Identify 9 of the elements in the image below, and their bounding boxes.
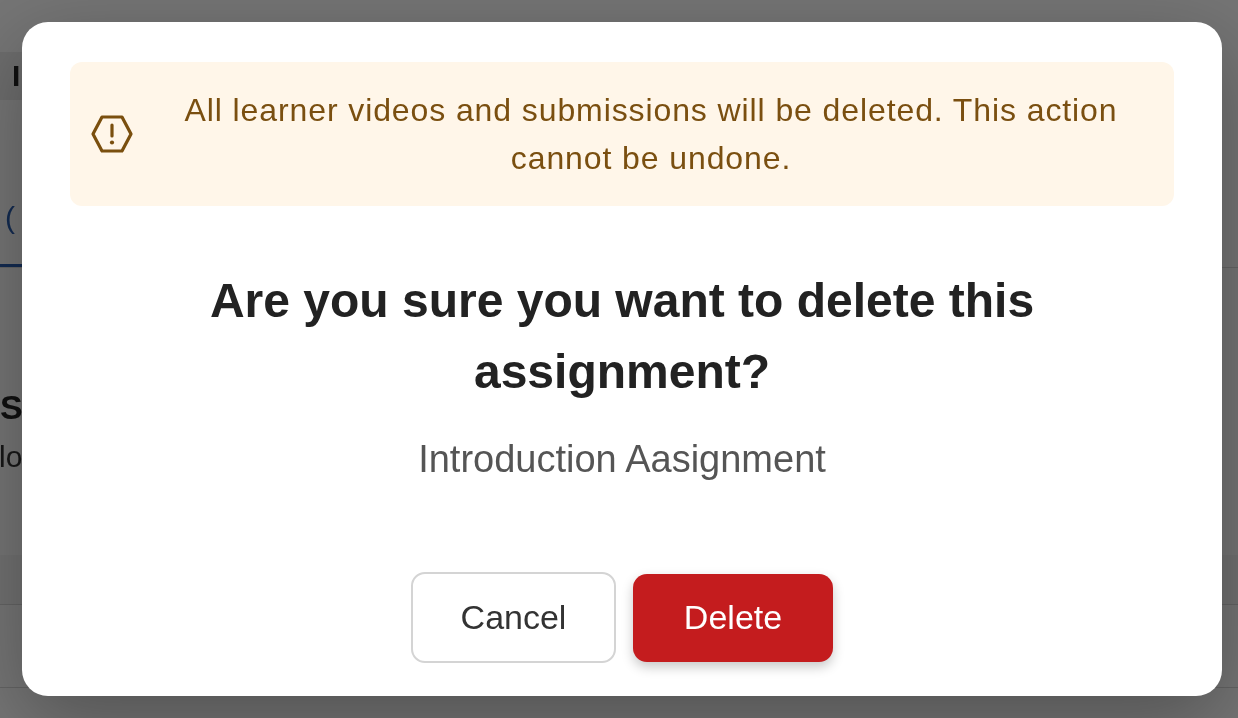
breadcrumb-text[interactable]: I [12, 59, 21, 93]
assignment-name: Introduction Aasignment [418, 437, 826, 482]
section-description: lo [0, 439, 22, 475]
cancel-button[interactable]: Cancel [411, 572, 616, 663]
dialog-title: Are you sure you want to delete this assignment? [208, 273, 1036, 400]
delete-button[interactable]: Delete [633, 573, 833, 662]
warning-message: All learner videos and submissions will be deleted. This action cannot be undone. [183, 91, 1119, 178]
warning-icon [91, 115, 133, 153]
section-heading: S [0, 387, 23, 428]
